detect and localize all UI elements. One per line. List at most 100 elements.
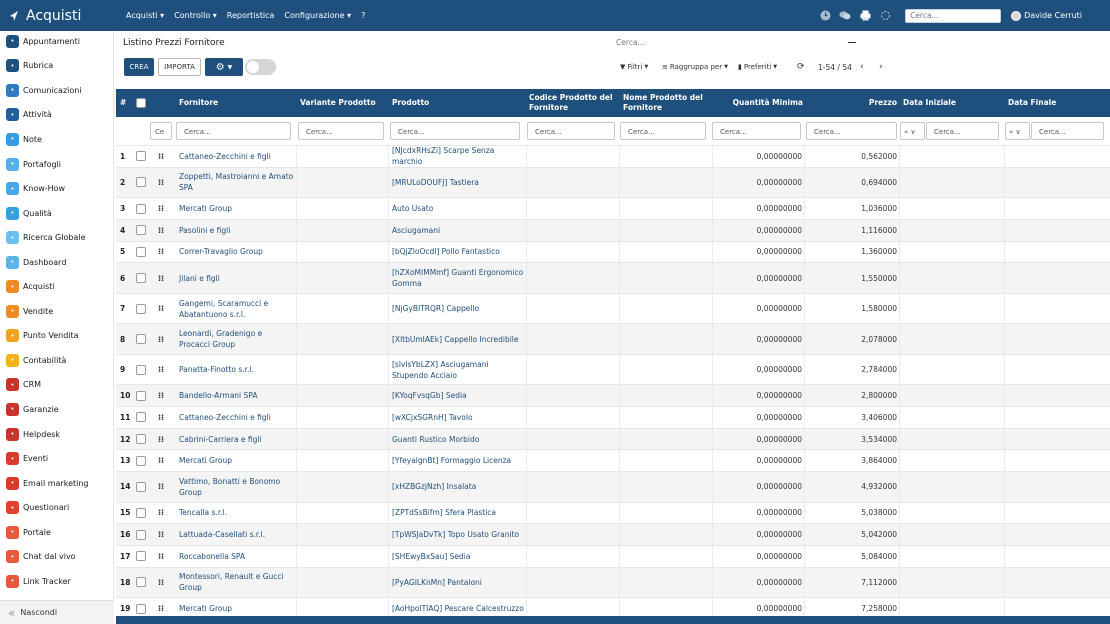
table-row[interactable]: 18 ⁝⁝ Montessori, Renault e Gucci Group [Py… bbox=[116, 566, 1110, 598]
header-fornitore[interactable]: Fornitore bbox=[179, 89, 289, 117]
drag-handle-icon[interactable]: ⁝⁝ bbox=[158, 412, 164, 423]
sidebar-item-rubrica[interactable]: • Rubrica bbox=[0, 54, 113, 79]
sidebar-item-chat-dal-vivo[interactable]: • Chat dal vivo bbox=[0, 544, 113, 569]
filter-input-quantita[interactable]: Cerca... bbox=[712, 122, 801, 140]
sidebar-item-link-tracker[interactable]: • Link Tracker bbox=[0, 569, 113, 594]
supplier-cell[interactable]: Leonardi, Gradenigo e Procacci Group bbox=[179, 324, 294, 354]
row-checkbox[interactable] bbox=[136, 225, 146, 236]
row-checkbox[interactable] bbox=[136, 334, 146, 345]
sidebar-item-dashboard[interactable]: • Dashboard bbox=[0, 250, 113, 275]
row-checkbox[interactable] bbox=[136, 203, 146, 214]
import-button[interactable]: IMPORTA bbox=[158, 58, 201, 76]
drag-handle-icon[interactable]: ⁝⁝ bbox=[158, 390, 164, 401]
sidebar-item-eventi[interactable]: • Eventi bbox=[0, 446, 113, 471]
drag-handle-icon[interactable]: ⁝⁝ bbox=[158, 551, 164, 562]
product-cell[interactable]: [KYoqFvsqGb] Sedia bbox=[392, 385, 524, 406]
drag-handle-icon[interactable]: ⁝⁝ bbox=[158, 334, 164, 345]
drag-handle-icon[interactable]: ⁝⁝ bbox=[158, 603, 164, 614]
row-checkbox[interactable] bbox=[136, 529, 146, 540]
table-row[interactable]: 8 ⁝⁝ Leonardi, Gradenigo e Procacci Group [… bbox=[116, 323, 1110, 354]
filters-dropdown[interactable]: ▼ Filtri ▼ bbox=[620, 63, 648, 71]
header-variante[interactable]: Variante Prodotto bbox=[300, 89, 385, 117]
supplier-cell[interactable]: Tencalla s.r.l. bbox=[179, 503, 294, 524]
sidebar-item-note[interactable]: • Note bbox=[0, 127, 113, 152]
menu-help[interactable]: ? bbox=[361, 11, 365, 20]
product-cell[interactable]: [SHEwyBxSau] Sedia bbox=[392, 546, 524, 567]
sidebar-item-questionari[interactable]: • Questionari bbox=[0, 495, 113, 520]
menu-configurazione[interactable]: Configurazione ▾ bbox=[284, 11, 351, 20]
supplier-cell[interactable]: Panatta-Finotto s.r.l. bbox=[179, 355, 294, 385]
product-cell[interactable]: Asciugamani bbox=[392, 220, 524, 241]
row-checkbox[interactable] bbox=[136, 177, 146, 188]
row-checkbox[interactable] bbox=[136, 434, 146, 445]
header-nome-fornitore[interactable]: Nome Prodotto del Fornitore bbox=[623, 89, 711, 117]
row-checkbox[interactable] bbox=[136, 412, 146, 423]
filter-input-fornitore[interactable]: Cerca... bbox=[176, 122, 291, 140]
top-search-input[interactable] bbox=[905, 8, 1002, 23]
table-row[interactable]: 14 ⁝⁝ Vattimo, Bonatti e Bonomo Group [xHZB… bbox=[116, 471, 1110, 502]
collapse-icon[interactable] bbox=[848, 42, 856, 43]
drag-handle-icon[interactable]: ⁝⁝ bbox=[158, 507, 164, 518]
table-row[interactable]: 13 ⁝⁝ Mercati Group [YfeyalgnBt] Formaggio … bbox=[116, 449, 1110, 472]
sidebar-item-qualità[interactable]: • Qualità bbox=[0, 201, 113, 226]
sidebar-item-appuntamenti[interactable]: • Appuntamenti bbox=[0, 29, 113, 54]
drag-handle-icon[interactable]: ⁝⁝ bbox=[158, 246, 164, 257]
drag-handle-icon[interactable]: ⁝⁝ bbox=[158, 303, 164, 314]
table-row[interactable]: 12 ⁝⁝ Cabrini-Carriera e figli Guanti Rusti… bbox=[116, 427, 1110, 450]
table-row[interactable]: 10 ⁝⁝ Bandello-Armani SPA [KYoqFvsqGb] Sedi… bbox=[116, 384, 1110, 406]
row-checkbox[interactable] bbox=[136, 551, 146, 562]
product-cell[interactable]: [ZPTdSsBifm] Sfera Plastica bbox=[392, 503, 524, 524]
header-select-all[interactable] bbox=[136, 89, 148, 117]
table-row[interactable]: 1 ⁝⁝ Cattaneo-Zecchini e figli [NJcdxRHsZi]… bbox=[116, 145, 1110, 167]
row-checkbox[interactable] bbox=[136, 455, 146, 466]
sidebar-item-vendite[interactable]: • Vendite bbox=[0, 299, 113, 324]
supplier-cell[interactable]: Roccabonella SPA bbox=[179, 546, 294, 567]
table-row[interactable]: 5 ⁝⁝ Correr-Travaglio Group [bQjZloOcdl] Po… bbox=[116, 240, 1110, 263]
user-menu[interactable]: Davide Cerruti bbox=[1011, 10, 1082, 21]
supplier-cell[interactable]: Gangemi, Scaramucci e Abatantuono s.r.l. bbox=[179, 294, 294, 324]
filter-date-operator-end[interactable]: « ∨ bbox=[1005, 122, 1030, 140]
messages-icon[interactable] bbox=[839, 10, 851, 22]
menu-controllo[interactable]: Controllo ▾ bbox=[174, 11, 217, 20]
control-search-input[interactable]: Cerca... bbox=[616, 38, 856, 51]
supplier-cell[interactable]: Montessori, Renault e Gucci Group bbox=[179, 568, 294, 598]
product-cell[interactable]: [YfeyalgnBt] Formaggio Licenza bbox=[392, 450, 524, 471]
select-all-checkbox[interactable] bbox=[136, 98, 146, 108]
sidebar-item-email-marketing[interactable]: • Email marketing bbox=[0, 471, 113, 496]
table-row[interactable]: 11 ⁝⁝ Cattaneo-Zecchini e figli [wXCjxSGRnH… bbox=[116, 406, 1110, 428]
row-checkbox[interactable] bbox=[136, 390, 146, 401]
drag-handle-icon[interactable]: ⁝⁝ bbox=[158, 364, 164, 375]
product-cell[interactable]: Auto Usato bbox=[392, 198, 524, 219]
drag-handle-icon[interactable]: ⁝⁝ bbox=[158, 203, 164, 214]
next-page-button[interactable]: › bbox=[879, 62, 883, 72]
product-cell[interactable]: [slvlsYbLZX] Asciugamani Stupendo Acciai… bbox=[392, 355, 524, 385]
drag-handle-icon[interactable]: ⁝⁝ bbox=[158, 177, 164, 188]
filter-input-data-iniziale[interactable]: Cerca... bbox=[926, 122, 999, 140]
filter-input-prezzo[interactable]: Cerca... bbox=[806, 122, 897, 140]
filter-input-narrow[interactable]: Ce bbox=[150, 122, 172, 140]
sidebar-item-helpdesk[interactable]: • Helpdesk bbox=[0, 422, 113, 447]
header-quantita[interactable]: Quantità Minima bbox=[716, 89, 803, 117]
drag-handle-icon[interactable]: ⁝⁝ bbox=[158, 151, 164, 162]
pager-value[interactable]: 1-54 / 54 bbox=[818, 63, 852, 72]
row-checkbox[interactable] bbox=[136, 303, 146, 314]
sidebar-item-portafogli[interactable]: • Portafogli bbox=[0, 152, 113, 177]
drag-handle-icon[interactable]: ⁝⁝ bbox=[158, 273, 164, 284]
product-cell[interactable]: [hZXoMIMMmf] Guanti Ergonomico Gomma bbox=[392, 263, 524, 293]
row-checkbox[interactable] bbox=[136, 273, 146, 284]
supplier-cell[interactable]: Correr-Travaglio Group bbox=[179, 242, 294, 263]
header-data-iniziale[interactable]: Data Iniziale bbox=[903, 89, 998, 117]
table-row[interactable]: 7 ⁝⁝ Gangemi, Scaramucci e Abatantuono s.r… bbox=[116, 292, 1110, 324]
drag-handle-icon[interactable]: ⁝⁝ bbox=[158, 481, 164, 492]
supplier-cell[interactable]: Lattuada-Casellati s.r.l. bbox=[179, 524, 294, 545]
app-brand[interactable]: Acquisti bbox=[0, 8, 118, 24]
sidebar-item-garanzie[interactable]: • Garanzie bbox=[0, 397, 113, 422]
supplier-cell[interactable]: Pasolini e figli bbox=[179, 220, 294, 241]
product-cell[interactable]: [XltbUmIAEk] Cappello Incredibile bbox=[392, 324, 524, 354]
clock-icon[interactable] bbox=[819, 10, 831, 22]
print-icon[interactable] bbox=[859, 10, 871, 22]
group-by-dropdown[interactable]: ≡ Raggruppa per ▼ bbox=[662, 63, 728, 71]
header-prezzo[interactable]: Prezzo bbox=[806, 89, 897, 117]
product-cell[interactable]: [NjGyBITRQR] Cappello bbox=[392, 294, 524, 324]
supplier-cell[interactable]: Jilani e figli bbox=[179, 263, 294, 293]
